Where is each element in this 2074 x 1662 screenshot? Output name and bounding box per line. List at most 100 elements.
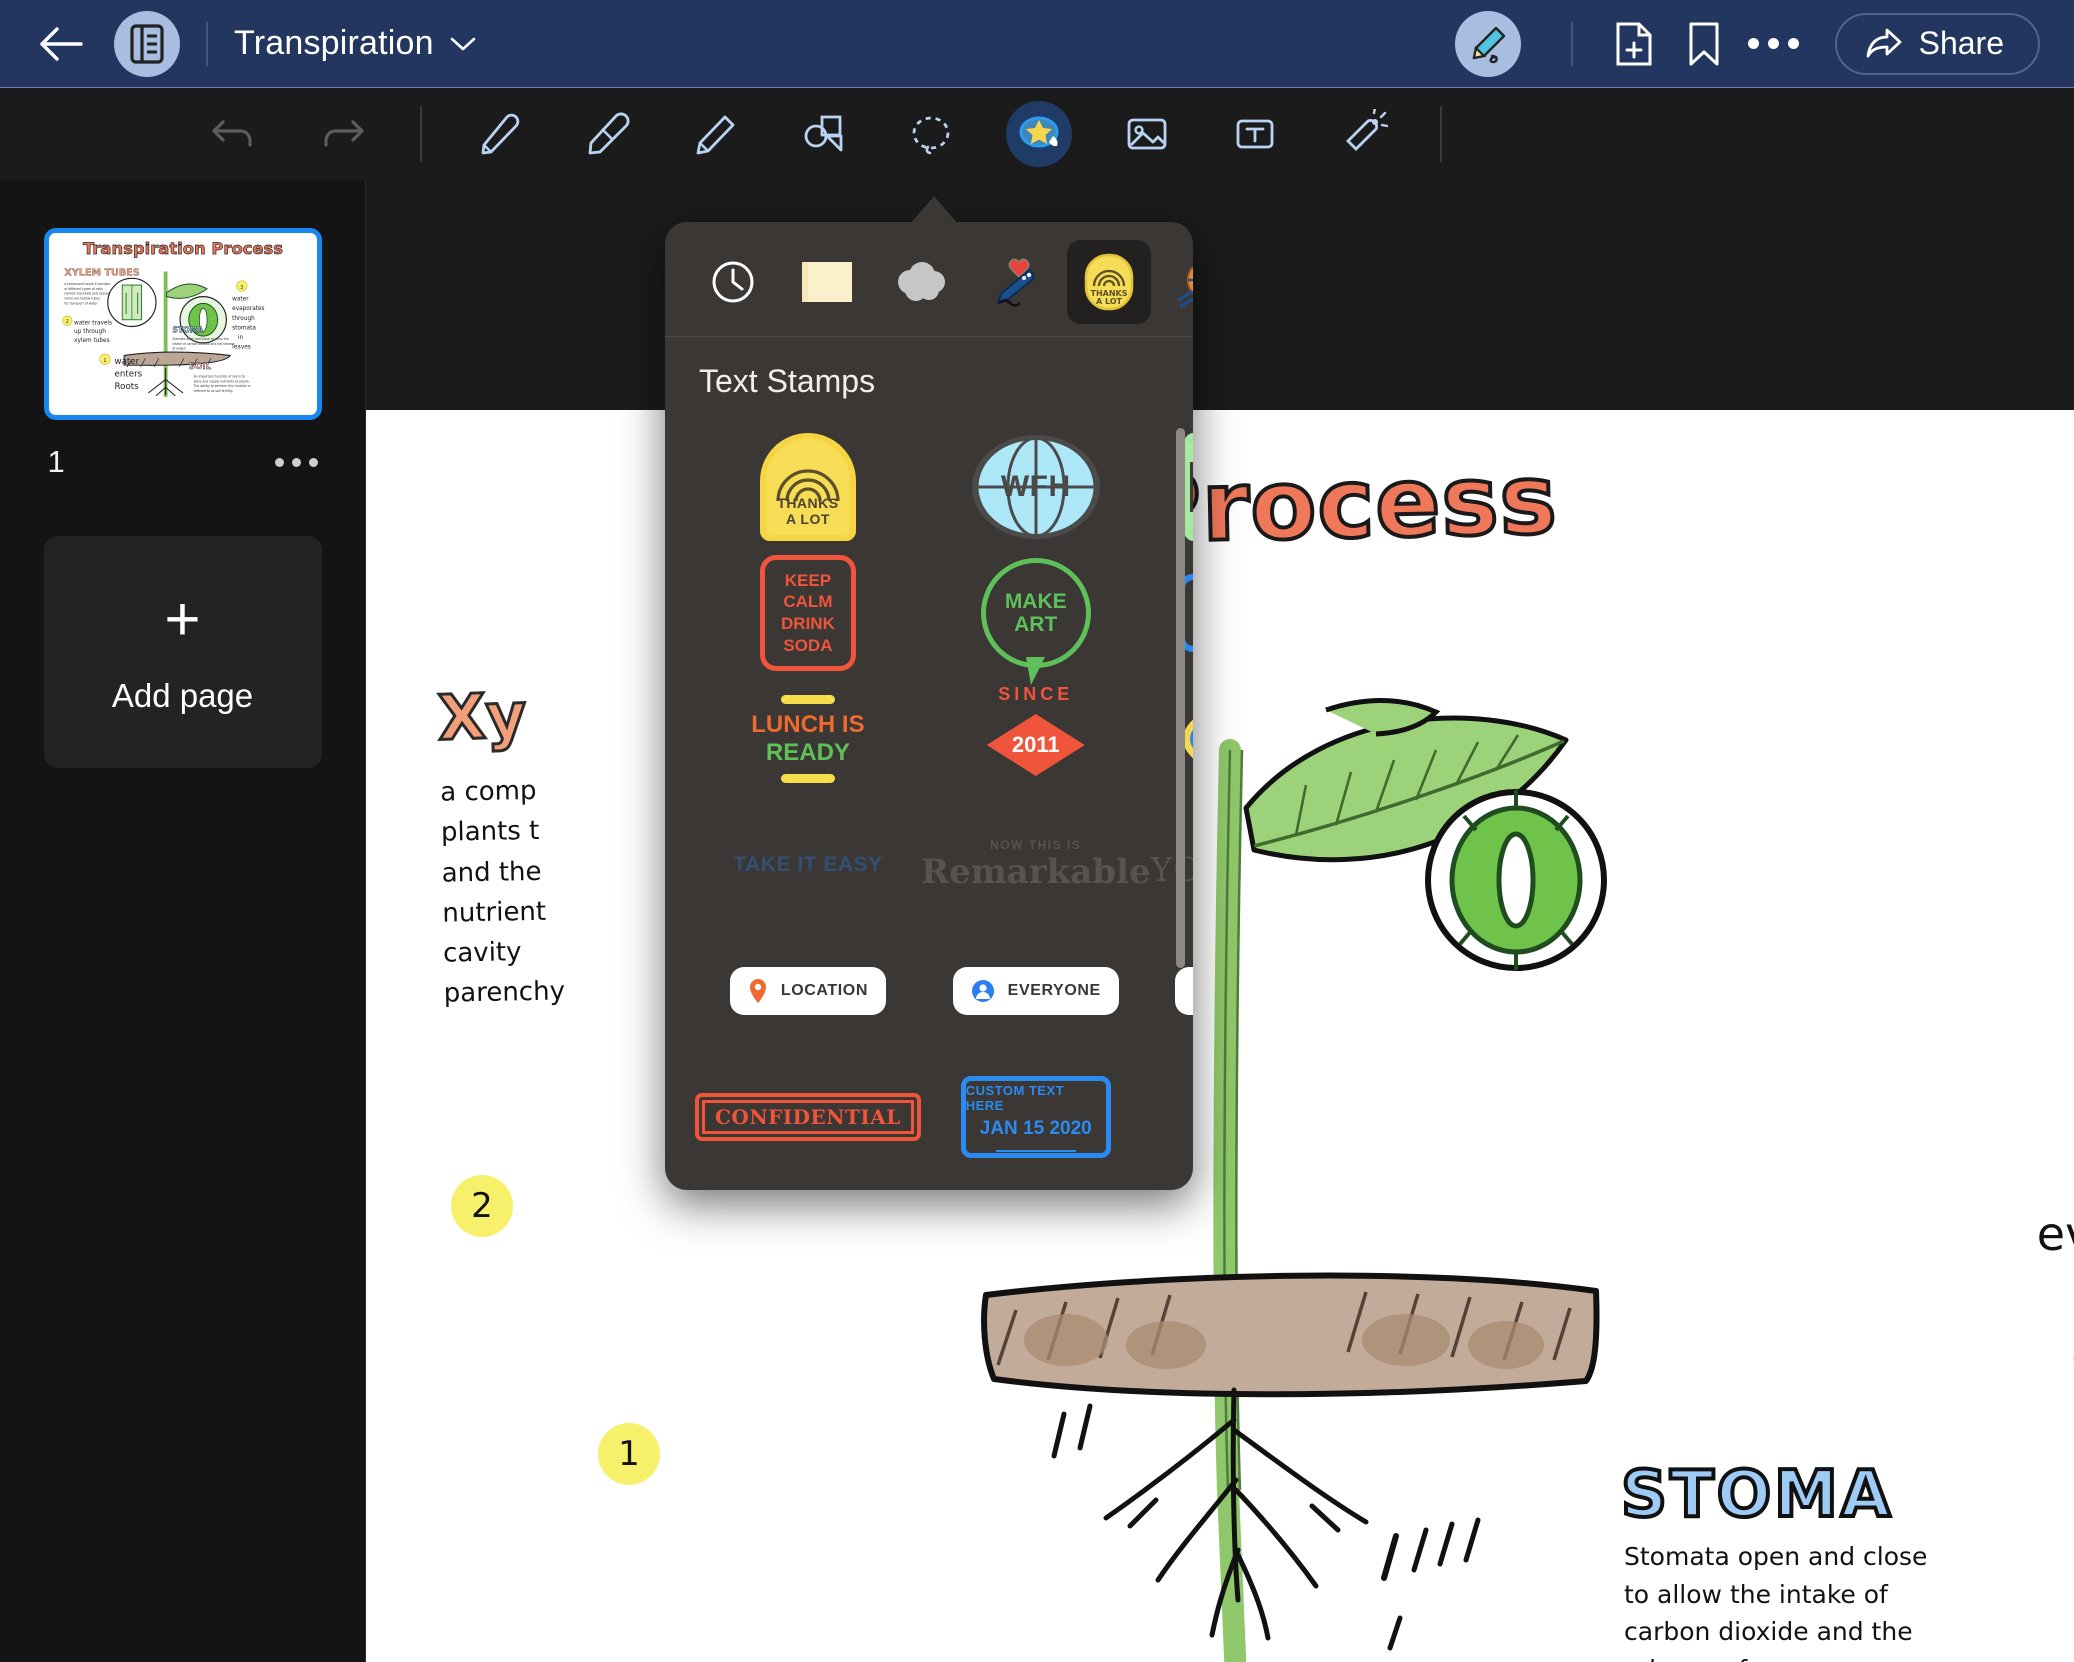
stamp-now-this-is-remarkable[interactable]: NOW THIS IS Remarkable <box>921 802 1151 928</box>
stamp-wfh[interactable]: WFH <box>921 424 1151 550</box>
step-badge-1: 1 <box>598 1423 660 1485</box>
svg-text:referred to as soil fertility.: referred to as soil fertility. <box>193 389 233 393</box>
shapes-stamps-tab[interactable] <box>879 240 963 324</box>
stamp-location[interactable]: LOCATION <box>695 928 921 1054</box>
bookmark-icon <box>1689 22 1719 65</box>
eraser-tool-button[interactable] <box>574 101 640 167</box>
stamp-good-line1: SUCH <box>1190 439 1193 462</box>
annotate-toggle-button[interactable] <box>1454 10 1521 77</box>
text-tool-button[interactable] <box>1222 101 1288 167</box>
back-button[interactable] <box>34 17 88 71</box>
lunch-dash-bottom <box>780 774 835 783</box>
laser-pointer-tool-button[interactable] <box>1330 101 1396 167</box>
stamp-confidential[interactable]: CONFIDENTIAL <box>695 1054 921 1180</box>
xylem-heading: Xy <box>435 677 529 756</box>
stamp-tool-button[interactable] <box>1006 101 1072 167</box>
sports-stamps-tab[interactable] <box>1161 240 1193 324</box>
emoji-stamps-tab[interactable] <box>973 240 1057 324</box>
sticker-star-icon <box>1019 116 1059 148</box>
notes-stamps-tab[interactable] <box>785 240 869 324</box>
svg-text:water: water <box>232 296 249 302</box>
recent-stamps-tab[interactable] <box>691 240 775 324</box>
svg-text:2: 2 <box>65 319 68 325</box>
bookmark-button[interactable] <box>1669 9 1739 79</box>
svg-text:An important function of soil: An important function of soil is to <box>193 375 245 379</box>
drawing-tools-group <box>466 101 1396 167</box>
stamp-picker-popup[interactable]: THANKS A LOT Text Stamps THANKS A LOT WF… <box>665 222 1193 1190</box>
stamp-thanks-a-lot[interactable]: THANKS A LOT <box>695 424 921 550</box>
toolbar-divider-left <box>420 106 422 162</box>
stamp-hashtag[interactable]: HASHTAG <box>1151 928 1193 1054</box>
remarkable-big: Remarkable <box>920 852 1151 892</box>
svg-text:intake of carbon dioxide and t: intake of carbon dioxide and the release <box>172 342 234 346</box>
page-thumbnail-preview: Transpiration Process XYLEM TUBES a comp… <box>48 233 317 415</box>
page-thumbnail-1[interactable]: Transpiration Process XYLEM TUBES a comp… <box>43 228 322 420</box>
add-page-top-button[interactable] <box>1599 9 1669 79</box>
page-number-label: 1 <box>47 444 65 479</box>
toolbar-divider-right <box>1440 106 1442 162</box>
topbar-divider <box>206 21 208 66</box>
stamp-24-7[interactable]: 24/7 <box>1151 676 1193 802</box>
stamp-keep-calm-drink-soda[interactable]: KEEP CALM DRINK SODA <box>695 550 921 676</box>
stamp-lunch-is-ready[interactable]: LUNCH IS READY <box>695 676 921 802</box>
stamp-air-mail[interactable]: AIR MAIL 21/10/2021 AIR MAIL <box>1151 1054 1193 1180</box>
highlighter-tool-button[interactable] <box>682 101 748 167</box>
text-stamps-tab[interactable]: THANKS A LOT <box>1067 240 1151 324</box>
pen-tool-button[interactable] <box>466 101 532 167</box>
undo-icon <box>212 120 252 147</box>
lasso-select-tool-button[interactable] <box>898 101 964 167</box>
yourself-line2: YOURSELF <box>1150 849 1193 889</box>
redo-icon <box>324 120 364 147</box>
stamp-custom-text-date[interactable]: CUSTOM TEXT HERE JAN 15 2020 <box>921 1054 1151 1180</box>
laser-pointer-icon <box>1346 109 1388 151</box>
lunch-line2: READY <box>765 739 850 766</box>
share-button[interactable]: Share <box>1834 12 2040 75</box>
stamp-believe-yourself[interactable]: Believe YOURSELF CO <box>1151 802 1193 928</box>
stamp-cell-empty-1 <box>921 1180 1151 1190</box>
svg-text:A LOT: A LOT <box>1096 297 1123 306</box>
topbar-divider-2 <box>1570 21 1573 66</box>
stamp-make-art[interactable]: MAKE ART <box>921 550 1151 685</box>
svg-text:1: 1 <box>103 358 106 364</box>
image-tool-icon <box>1127 118 1167 150</box>
stamp-scrollbar[interactable] <box>1176 428 1185 968</box>
stamp-everyone[interactable]: EVERYONE <box>921 928 1151 1054</box>
image-tool-button[interactable] <box>1114 101 1180 167</box>
stamp-take-it-easy[interactable]: TAKE IT EASY <box>695 802 921 928</box>
stamp-such-good-friends[interactable]: SUCH GOOD FRIENDS <box>1151 424 1193 550</box>
add-page-button[interactable]: + Add page <box>43 536 322 768</box>
stamp-sign-here[interactable]: SIGN HERE <box>695 1180 921 1190</box>
stamp-scroll-region[interactable]: THANKS A LOT WFH KEEP CALM DRINK SODA MA… <box>665 414 1193 1190</box>
svg-text:water: water <box>114 357 139 367</box>
svg-text:up through: up through <box>74 329 106 335</box>
notebook-icon <box>130 23 164 64</box>
soda-line1: KEEP <box>784 570 832 590</box>
stamp-category-tabs: THANKS A LOT <box>665 222 1193 337</box>
svg-text:of oxgen.: of oxgen. <box>172 347 186 351</box>
undo-button[interactable] <box>200 101 266 167</box>
stamp-getting-there[interactable]: Getting There <box>1151 550 1193 676</box>
shapes-tool-button[interactable] <box>790 101 856 167</box>
stamp-cell-empty-2 <box>1151 1180 1193 1190</box>
step-3-text: water evaporates through stomata in leav… <box>2036 1207 2074 1373</box>
remarkable-small: NOW THIS IS <box>990 838 1082 852</box>
stamp-thanks-line1: THANKS <box>777 495 839 512</box>
redo-button[interactable] <box>310 101 376 167</box>
stamp-grid: THANKS A LOT WFH KEEP CALM DRINK SODA MA… <box>665 414 1193 1190</box>
makeart-line2: ART <box>1014 613 1058 636</box>
svg-text:Stomata open and close to allo: Stomata open and close to allow the <box>172 337 229 341</box>
stamp-wfh-label: WFH <box>1000 470 1071 503</box>
notebook-button[interactable] <box>114 10 180 77</box>
note-page[interactable]: ion Process Xy a comp plants t and the n… <box>366 410 2074 1662</box>
text-tool-icon <box>1236 119 1274 149</box>
document-title-menu[interactable]: Transpiration <box>234 24 476 63</box>
add-page-label: Add page <box>111 677 254 714</box>
more-options-button[interactable] <box>1739 9 1809 79</box>
stamp-since-2011[interactable]: SINCE 2011 <box>921 676 1151 802</box>
canvas-area[interactable]: ion Process Xy a comp plants t and the n… <box>366 180 2074 1662</box>
highlighter-tool-icon <box>696 115 735 155</box>
history-group <box>200 101 376 167</box>
page-options-button[interactable] <box>274 457 318 467</box>
share-arrow-icon <box>1866 28 1902 57</box>
topbar-left-group: Transpiration <box>34 10 476 77</box>
